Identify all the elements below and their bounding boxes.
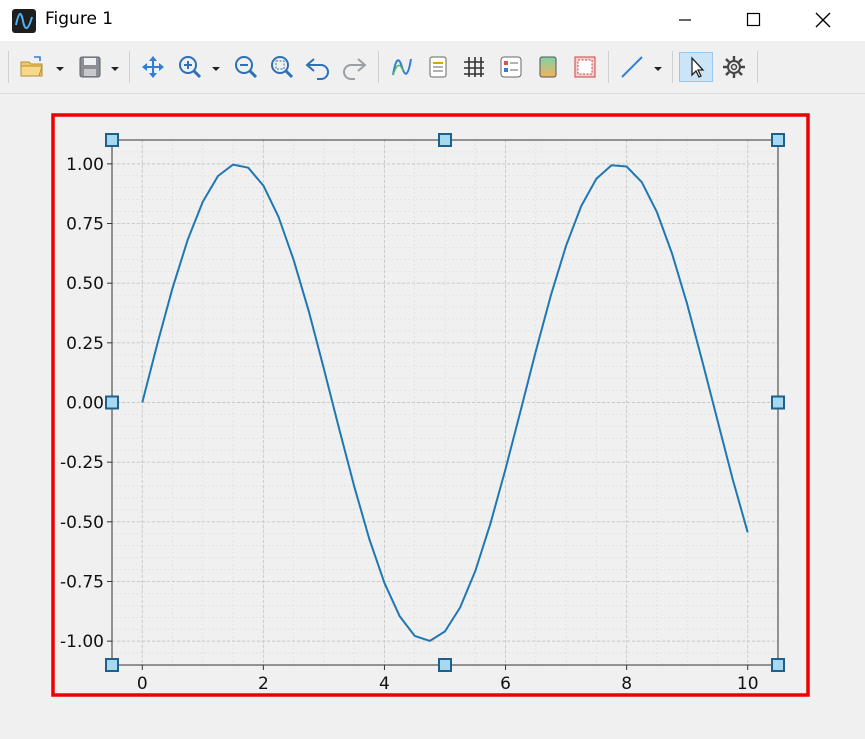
zoom-in-icon <box>179 56 202 79</box>
settings-button[interactable] <box>720 53 748 81</box>
y-tick-label: -0.50 <box>60 513 104 533</box>
save-dropdown-button[interactable] <box>109 60 121 72</box>
frame-button[interactable] <box>571 53 599 81</box>
maximize-button[interactable] <box>724 0 784 41</box>
properties-icon <box>500 56 522 78</box>
app-logo-icon <box>12 9 36 33</box>
toolbar-separator <box>129 51 130 83</box>
y-tick-label: 0.50 <box>66 274 104 294</box>
toolbar-separator <box>608 51 609 83</box>
undo-icon <box>305 58 329 80</box>
plot-style-button[interactable] <box>388 53 416 81</box>
legend-button[interactable] <box>424 53 452 81</box>
open-dropdown-button[interactable] <box>54 60 66 72</box>
resize-handle[interactable] <box>105 395 119 410</box>
resize-handle[interactable] <box>771 133 785 147</box>
x-tick-label: 2 <box>258 674 269 694</box>
resize-handle[interactable] <box>105 658 119 672</box>
zoom-fit-button[interactable] <box>268 53 296 81</box>
zoom-out-button[interactable] <box>232 53 260 81</box>
major-gridlines <box>112 140 778 665</box>
grid-button[interactable] <box>460 53 488 81</box>
window-title: Figure 1 <box>45 9 114 29</box>
x-tick-label: 0 <box>137 674 148 694</box>
colormap-button[interactable] <box>534 53 562 81</box>
select-pointer-button[interactable] <box>679 52 713 82</box>
zoom-dropdown-button[interactable] <box>210 60 222 72</box>
chevron-down-icon <box>654 67 662 71</box>
plot-style-icon <box>392 58 412 76</box>
resize-handle[interactable] <box>438 133 452 147</box>
x-tick-label: 4 <box>379 674 390 694</box>
y-tick-label: 1.00 <box>66 155 104 175</box>
y-tick-label: 0.00 <box>66 394 104 414</box>
zoom-out-icon <box>235 56 258 79</box>
line-tool-dropdown-button[interactable] <box>652 60 664 72</box>
figure-canvas[interactable]: 0 2 4 6 8 10 1.00 0.75 0.50 0.25 0.00 -0.25 -0.50 -0… <box>0 94 865 739</box>
toolbar-separator <box>757 51 758 83</box>
resize-handle[interactable] <box>771 658 785 672</box>
undo-button[interactable] <box>304 53 332 81</box>
toolbar <box>0 41 865 94</box>
legend-icon <box>429 56 447 78</box>
line-tool-icon <box>621 56 643 78</box>
pan-icon <box>142 56 164 78</box>
selection-highlight-box <box>51 113 810 697</box>
save-icon <box>79 56 101 78</box>
chevron-down-icon <box>111 67 119 71</box>
y-tick-label: 0.75 <box>66 215 104 235</box>
pan-button[interactable] <box>139 53 167 81</box>
resize-handle[interactable] <box>438 658 452 672</box>
frame-icon <box>574 56 596 78</box>
y-tick-label: -0.25 <box>60 453 104 473</box>
properties-button[interactable] <box>497 53 525 81</box>
x-tick-label: 6 <box>500 674 511 694</box>
select-pointer-icon <box>691 56 705 78</box>
resize-handle[interactable] <box>771 395 785 410</box>
redo-icon <box>343 58 367 80</box>
close-icon <box>815 12 831 28</box>
y-tick-label: 0.25 <box>66 334 104 354</box>
y-axis: 1.00 0.75 0.50 0.25 0.00 -0.25 -0.50 -0.75 -1.00 <box>60 155 112 652</box>
zoom-in-button[interactable] <box>176 53 204 81</box>
x-tick-label: 10 <box>737 674 759 694</box>
close-button[interactable] <box>793 0 853 41</box>
open-button[interactable] <box>18 53 46 81</box>
y-tick-label: -1.00 <box>60 632 104 652</box>
redo-button[interactable] <box>340 53 368 81</box>
chevron-down-icon <box>212 67 220 71</box>
maximize-icon <box>746 12 761 27</box>
save-button[interactable] <box>76 53 104 81</box>
toolbar-separator <box>378 51 379 83</box>
open-icon <box>20 56 43 77</box>
line-tool-button[interactable] <box>618 53 646 81</box>
x-tick-label: 8 <box>621 674 632 694</box>
colormap-icon <box>539 56 557 78</box>
toolbar-separator <box>672 51 673 83</box>
line-chart[interactable]: 0 2 4 6 8 10 1.00 0.75 0.50 0.25 0.00 -0.25 -0.50 -0… <box>0 94 865 739</box>
y-tick-label: -0.75 <box>60 572 104 592</box>
minimize-icon <box>679 19 691 21</box>
resize-handle[interactable] <box>105 133 119 147</box>
title-bar: Figure 1 <box>0 0 865 41</box>
minimize-button[interactable] <box>655 0 715 41</box>
zoom-fit-icon <box>271 56 294 79</box>
chevron-down-icon <box>56 67 64 71</box>
toolbar-grip <box>8 51 9 83</box>
grid-icon <box>464 57 484 77</box>
settings-gear-icon <box>723 56 745 78</box>
